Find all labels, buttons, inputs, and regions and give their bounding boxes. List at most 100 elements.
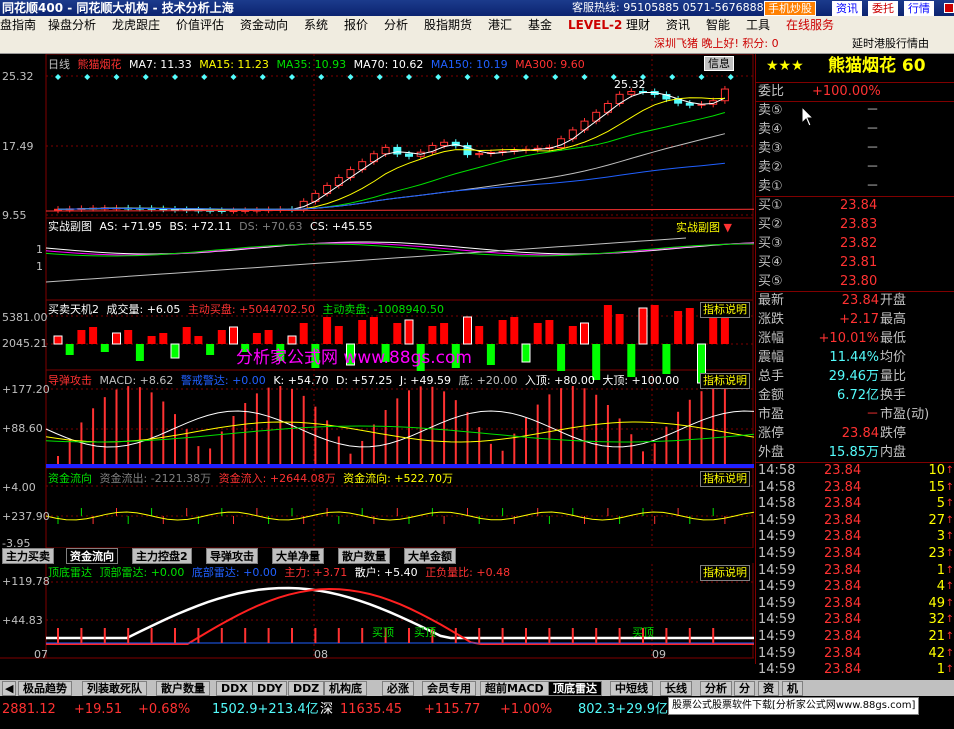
menu-item[interactable]: 理财 xyxy=(626,16,650,35)
menu-item[interactable]: 盘指南 xyxy=(0,16,36,35)
tick-volume: 23 xyxy=(928,546,945,561)
tab-main-buysell[interactable]: 主力买卖 xyxy=(2,548,54,564)
ask-price: － xyxy=(866,179,880,194)
ask-row[interactable]: 卖① － xyxy=(756,177,954,196)
menu-item[interactable]: 资讯 xyxy=(666,16,690,35)
tab-missile[interactable]: 导弹攻击 xyxy=(206,548,258,564)
tab-indicator[interactable]: DDY xyxy=(252,681,288,696)
tab-indicator[interactable]: 散户数量 xyxy=(156,681,210,696)
panel5-legend: 顶底雷达 顶部雷达: +0.00 底部雷达: +0.00 主力: +3.71 散… xyxy=(48,565,802,581)
tab-main-control[interactable]: 主力控盘2 xyxy=(132,548,192,564)
chart-area[interactable]: 日线 熊猫烟花 MA7: 11.33 MA15: 11.23 MA35: 10.… xyxy=(0,54,754,664)
panel5-help-button[interactable]: 指标说明 xyxy=(700,565,750,581)
tick-row: 14:59 23.84 4 ↑ xyxy=(756,579,954,595)
bid-row[interactable]: 买④ 23.81 xyxy=(756,253,954,272)
menu-item[interactable]: 股指期货 xyxy=(424,16,472,35)
ask-label: 卖⑤ xyxy=(758,103,783,118)
tab-indicator[interactable]: 分析 xyxy=(700,681,732,696)
tick-price: 23.84 xyxy=(824,629,862,644)
menu-item[interactable]: 龙虎跟庄 xyxy=(112,16,160,35)
signal-diamond-icon xyxy=(727,74,734,80)
menu-item[interactable]: 智能 xyxy=(706,16,730,35)
volume-bar xyxy=(135,344,144,361)
stat-label: 外盘 xyxy=(758,445,785,460)
tab-fund-flow[interactable]: 资金流向 xyxy=(66,548,118,564)
tab-indicator[interactable]: 中短线 xyxy=(610,681,653,696)
panel3-top: 大顶: +100.00 xyxy=(602,374,680,387)
tab-indicator[interactable]: 长线 xyxy=(660,681,692,696)
bid-row[interactable]: 买① 23.84 xyxy=(756,196,954,215)
stat-value: 23.84 xyxy=(841,426,879,441)
tab-indicator[interactable]: 资 xyxy=(758,681,779,696)
menu-item[interactable]: 资金动向 xyxy=(240,16,288,35)
ask-price: － xyxy=(866,122,880,137)
bid-price: 23.82 xyxy=(840,236,878,251)
panel5-retail: 散户: +5.40 xyxy=(354,566,418,579)
tab-indicator[interactable]: 机 xyxy=(782,681,803,696)
x-label-month: 08 xyxy=(314,648,328,661)
panel3-help-button[interactable]: 指标说明 xyxy=(700,373,750,389)
sz-index: 11635.45 xyxy=(340,702,403,717)
mobile-trade-button[interactable]: 手机炒股 xyxy=(764,1,816,16)
menu-item[interactable]: 系统 xyxy=(304,16,328,35)
tab-indicator[interactable]: 极品趋势 xyxy=(18,681,72,696)
tab-indicator[interactable]: 必涨 xyxy=(382,681,414,696)
stat-label-2: 最高 xyxy=(880,312,907,327)
ask-label: 卖① xyxy=(758,179,783,194)
tab-big-order-amount[interactable]: 大单金额 xyxy=(404,548,456,564)
panel1-dropdown[interactable]: 实战副图 ▼ xyxy=(676,219,732,235)
signal-label: 买顶 xyxy=(632,626,654,639)
hotline-text: 客服热线: 95105885 0571-56768888 xyxy=(572,1,771,14)
news-button[interactable]: 资讯 xyxy=(832,1,862,16)
panel3-legend: 导弹攻击 MACD: +8.62 警戒警达: +0.00 K: +54.70 D… xyxy=(48,373,802,389)
menu-item-online[interactable]: 在线服务 xyxy=(786,16,834,35)
menu-item[interactable]: 价值评估 xyxy=(176,16,224,35)
tab-indicator[interactable]: 机构底 xyxy=(324,681,367,696)
bid-row[interactable]: 买③ 23.82 xyxy=(756,234,954,253)
quote-button[interactable]: 行情 xyxy=(904,1,934,16)
ask-row[interactable]: 卖③ － xyxy=(756,139,954,158)
panel5-title: 顶底雷达 xyxy=(48,566,92,579)
candle-body xyxy=(393,146,402,155)
ask-label: 卖④ xyxy=(758,122,783,137)
menu-item[interactable]: 分析 xyxy=(384,16,408,35)
tab-retail-count[interactable]: 散户数量 xyxy=(338,548,390,564)
tab-indicator[interactable]: DDZ xyxy=(288,681,325,696)
menu-item[interactable]: 报价 xyxy=(344,16,368,35)
volume-bar xyxy=(580,322,589,345)
menu-item[interactable]: 基金 xyxy=(528,16,552,35)
bid-row[interactable]: 买② 23.83 xyxy=(756,215,954,234)
scroll-left-icon[interactable]: ◀ xyxy=(2,681,17,696)
bid-row[interactable]: 买⑤ 23.80 xyxy=(756,272,954,291)
stat-label: 总手 xyxy=(758,369,785,384)
ask-row[interactable]: 卖⑤ － xyxy=(756,101,954,120)
menu-item[interactable]: 港汇 xyxy=(488,16,512,35)
tab-big-order-net[interactable]: 大单净量 xyxy=(272,548,324,564)
tab-indicator[interactable]: 分 xyxy=(734,681,755,696)
close-icon[interactable] xyxy=(944,3,954,13)
tab-indicator[interactable]: 超前MACD xyxy=(480,681,549,696)
menu-item[interactable]: 工具 xyxy=(746,16,770,35)
panel5-main: 主力: +3.71 xyxy=(284,566,348,579)
tab-indicator[interactable]: 顶底雷达 xyxy=(548,681,602,696)
panel2-help-button[interactable]: 指标说明 xyxy=(700,302,750,318)
info-button[interactable]: 信息 xyxy=(704,56,734,71)
stat-row: 最新 23.84 开盘 xyxy=(756,291,954,310)
y-label-mid: 17.49 xyxy=(2,140,34,153)
order-button[interactable]: 委托 xyxy=(868,1,898,16)
menu-item[interactable]: 操盘分析 xyxy=(48,16,96,35)
ma35-label: MA35: 10.93 xyxy=(276,58,347,71)
tick-volume: 1 xyxy=(936,662,945,678)
tab-indicator[interactable]: 会员专用 xyxy=(422,681,476,696)
ask-row[interactable]: 卖② － xyxy=(756,158,954,177)
ask-row[interactable]: 卖④ － xyxy=(756,120,954,139)
volume-bar xyxy=(521,343,531,363)
tab-indicator[interactable]: 列装敢死队 xyxy=(82,681,147,696)
tab-indicator[interactable]: DDX xyxy=(216,681,253,696)
volume-bar xyxy=(533,323,542,344)
news-ticker[interactable]: 延时港股行情由 xyxy=(852,35,929,53)
stat-value: － xyxy=(865,407,879,422)
ad-banner[interactable]: 股票公式股票软件下载[分析家公式网www.88gs.com] xyxy=(668,697,920,715)
menu-item-level2[interactable]: LEVEL-2 xyxy=(568,16,622,35)
panel4-help-button[interactable]: 指标说明 xyxy=(700,471,750,487)
